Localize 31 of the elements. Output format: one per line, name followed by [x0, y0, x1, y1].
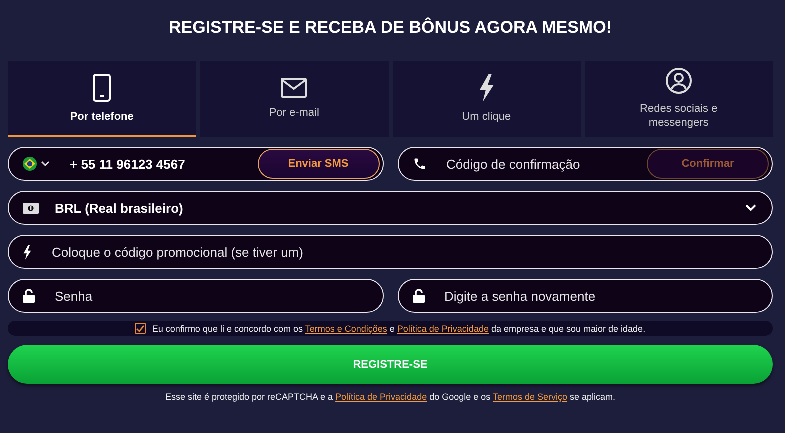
link[interactable]: Política de Privacidade: [397, 324, 489, 334]
link[interactable]: Política de Privacidade: [336, 392, 428, 402]
repeat-password-field[interactable]: Digite a senha novamente: [398, 279, 773, 313]
confirmation-code-field[interactable]: Código de confirmação Confirmar: [398, 147, 773, 181]
link[interactable]: Termos de Serviço: [492, 392, 568, 402]
recaptcha-notice: Esse site é protegido por reCAPTCHA e a Política de Privacidade do Google e os Termos de Serviço se aplicam.: [164, 392, 617, 402]
lightning-icon: [23, 244, 32, 260]
lock-icon: [412, 289, 424, 303]
chevron-down-icon: [41, 161, 50, 167]
user-icon: [666, 68, 692, 94]
tab[interactable]: Um clique: [392, 61, 581, 137]
tab[interactable]: Por telefone: [8, 61, 196, 137]
banknote-icon: [23, 202, 39, 214]
currency-select[interactable]: BRL (Real brasileiro): [8, 191, 773, 225]
checkbox[interactable]: [135, 323, 146, 334]
password-field[interactable]: Senha: [8, 279, 384, 313]
phone-icon: [93, 74, 112, 102]
phone-field[interactable]: + 55 11 96123 4567 Enviar SMS: [8, 147, 384, 181]
mail-icon: [281, 78, 308, 98]
chevron-down-icon: [745, 204, 757, 212]
lightning-icon: [478, 74, 495, 102]
send-sms-button[interactable]: Enviar SMS: [258, 149, 380, 179]
tab[interactable]: Por e-mail: [200, 61, 388, 137]
consent-text: Eu confirmo que li e concordo com os Termos e Condições e Política de Privacidade da empresa e que sou maior de idade.: [152, 324, 646, 334]
link[interactable]: Termos e Condições: [305, 324, 388, 334]
brazil-flag-icon: [23, 157, 37, 171]
lock-icon: [23, 289, 35, 303]
tab[interactable]: Redes sociais e messengers: [584, 61, 773, 137]
form-title: REGISTRE-SE E RECEBA DE BÔNUS AGORA MESMO!: [168, 18, 613, 39]
promo-code-field[interactable]: Coloque o código promocional (se tiver um): [8, 235, 773, 269]
phone-icon: [412, 157, 426, 171]
